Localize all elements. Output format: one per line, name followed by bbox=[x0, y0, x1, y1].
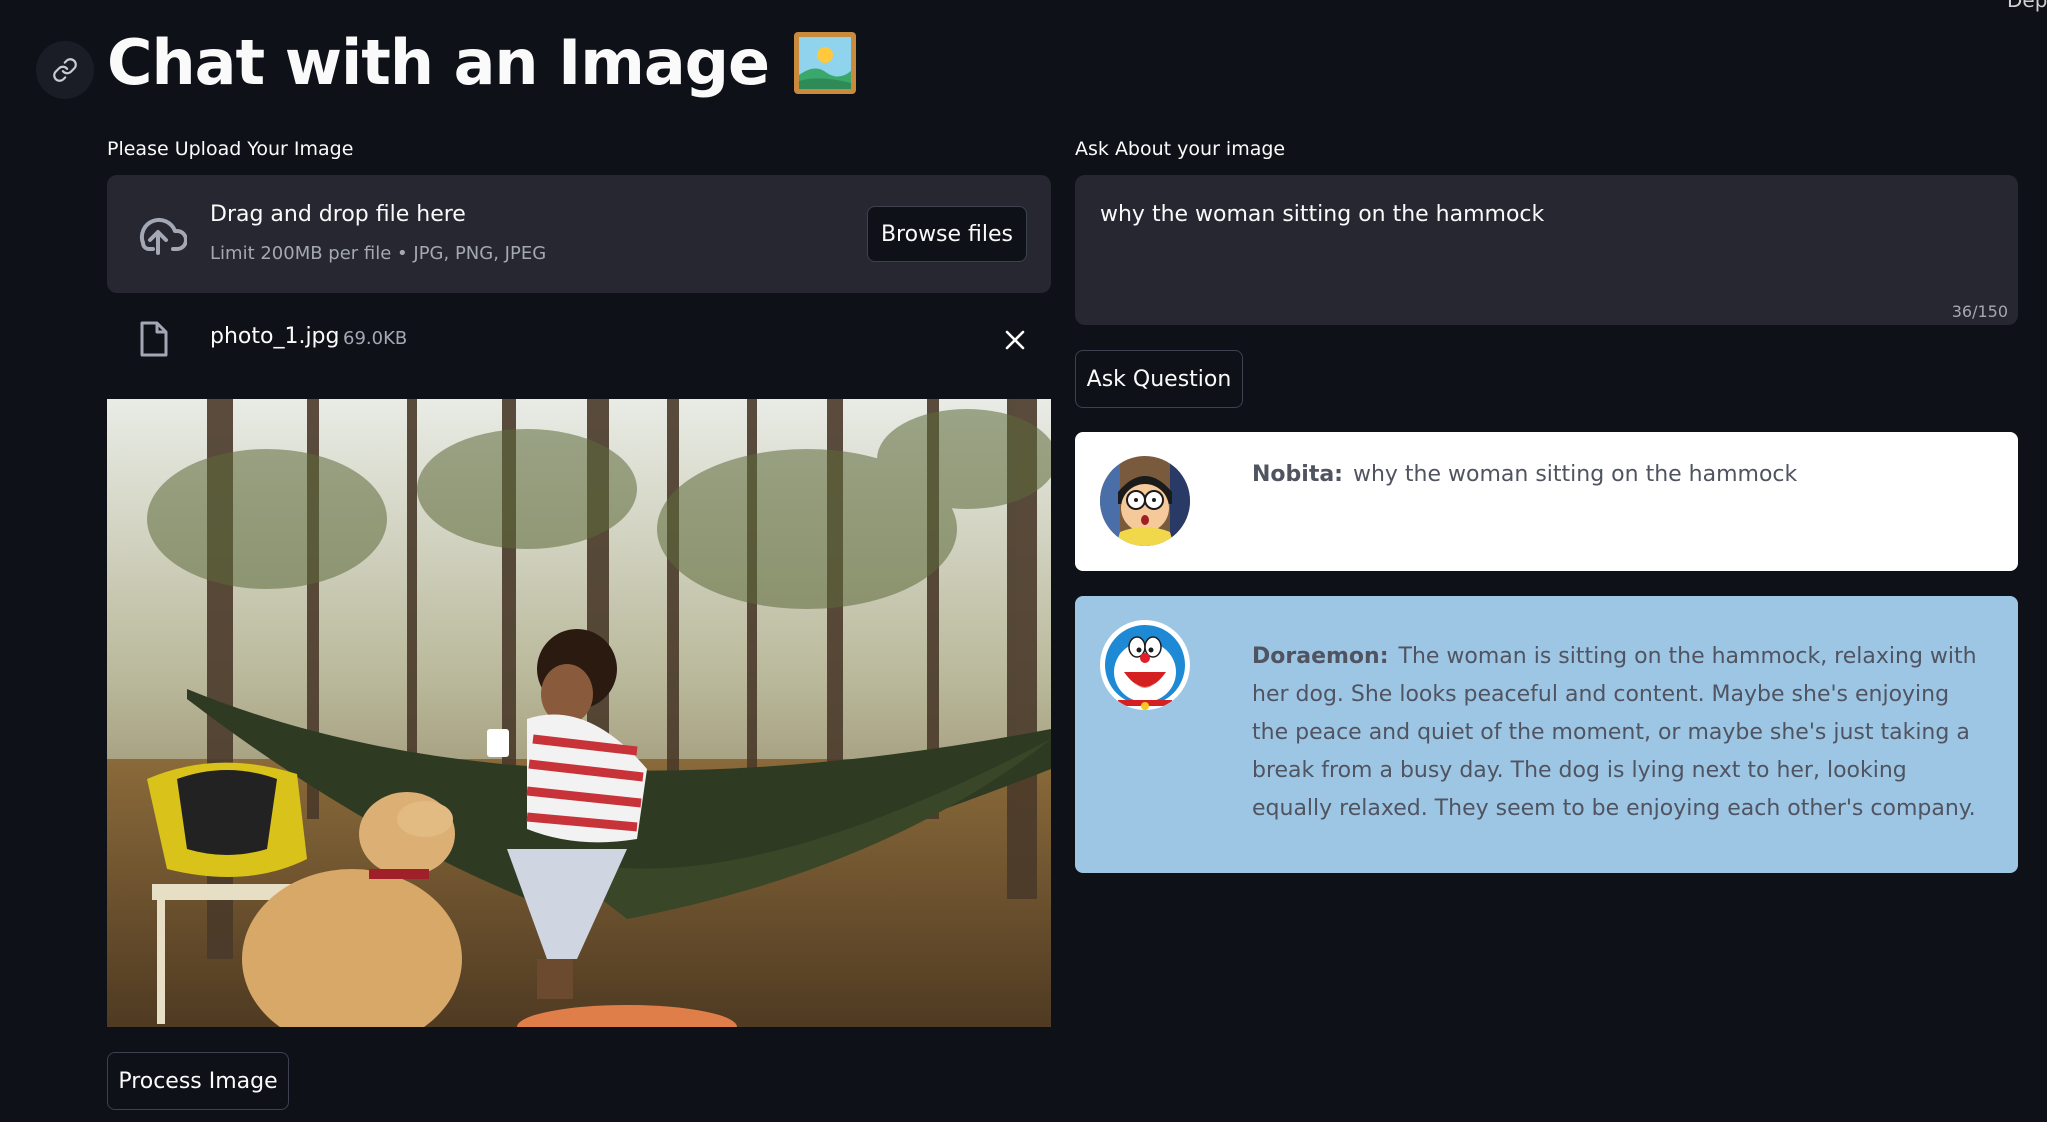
dropzone-hint: Limit 200MB per file • JPG, PNG, JPEG bbox=[210, 243, 547, 264]
speaker-name: Doraemon: bbox=[1252, 644, 1389, 669]
uploaded-image bbox=[107, 399, 1051, 1027]
uploader-label: Please Upload Your Image bbox=[107, 138, 354, 160]
question-textarea[interactable]: why the woman sitting on the hammock 36/… bbox=[1075, 175, 2018, 325]
doraemon-avatar bbox=[1100, 620, 1190, 710]
question-text: why the woman sitting on the hammock bbox=[1100, 202, 1545, 227]
page-title-text: Chat with an Image bbox=[107, 26, 770, 99]
link-icon[interactable] bbox=[36, 41, 94, 99]
file-dropzone[interactable]: Drag and drop file here Limit 200MB per … bbox=[107, 175, 1051, 293]
file-name: photo_1.jpg bbox=[210, 324, 340, 349]
dropzone-title: Drag and drop file here bbox=[210, 202, 466, 227]
character-counter: 36/150 bbox=[1951, 302, 2008, 321]
process-image-button[interactable]: Process Image bbox=[107, 1052, 289, 1110]
ask-question-button[interactable]: Ask Question bbox=[1075, 350, 1243, 408]
file-icon bbox=[139, 320, 169, 362]
cloud-upload-icon bbox=[129, 209, 188, 263]
question-label: Ask About your image bbox=[1075, 138, 1286, 160]
message-body: The woman is sitting on the hammock, rel… bbox=[1252, 644, 1977, 821]
app-root: Dep Chat with an Image Please Upload You… bbox=[0, 0, 2047, 1122]
chat-message-bot: Doraemon: The woman is sitting on the ham… bbox=[1075, 596, 2018, 873]
page-title: Chat with an Image bbox=[107, 26, 857, 99]
browse-files-button[interactable]: Browse files bbox=[867, 206, 1027, 262]
uploaded-file-row: photo_1.jpg 69.0KB bbox=[107, 310, 1051, 370]
nobita-avatar bbox=[1100, 456, 1190, 546]
deploy-button-partial[interactable]: Dep bbox=[2007, 0, 2047, 12]
chat-message-text: Nobita: why the woman sitting on the hamm… bbox=[1252, 456, 1978, 494]
speaker-name: Nobita: bbox=[1252, 462, 1343, 487]
file-size: 69.0KB bbox=[343, 328, 408, 349]
message-body: why the woman sitting on the hammock bbox=[1352, 462, 1798, 487]
framed-picture-icon bbox=[793, 31, 857, 95]
close-icon[interactable] bbox=[1003, 328, 1027, 352]
chat-message-text: Doraemon: The woman is sitting on the ham… bbox=[1252, 638, 1978, 828]
chat-message-user: Nobita: why the woman sitting on the hamm… bbox=[1075, 432, 2018, 571]
